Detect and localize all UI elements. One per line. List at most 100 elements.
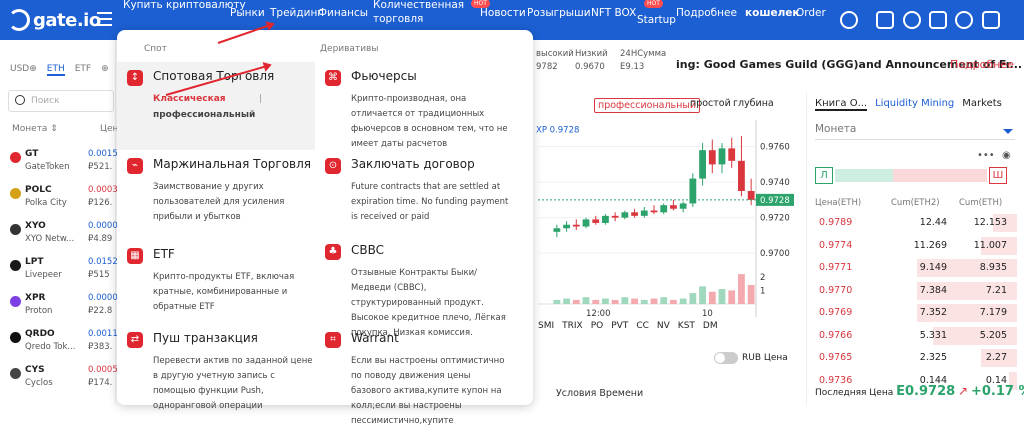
- indicator-kst[interactable]: KST: [678, 321, 695, 331]
- coin-row[interactable]: CYS Cyclos 0.00051 ₽174.: [10, 365, 123, 401]
- user-icon[interactable]: [840, 11, 858, 29]
- coin-row[interactable]: LPT Livepeer 0.0152 ₽515: [10, 257, 118, 293]
- tab-more[interactable]: ⊕: [101, 64, 109, 76]
- receipt-icon[interactable]: [876, 11, 894, 29]
- nav-more[interactable]: Подробнее: [676, 7, 737, 19]
- coin-row[interactable]: XYO XYO Netw... 0.000014 ₽4.89: [10, 221, 129, 257]
- ask-amount: 5.331: [919, 329, 947, 341]
- last-price-value: Ε0.9728: [896, 384, 956, 399]
- indicator-pvt[interactable]: PVT: [611, 321, 628, 331]
- price-chart-panel: профессиональный простой глубина 0.9760 0…: [534, 92, 796, 405]
- volume-tick-label: 1: [760, 286, 765, 296]
- orderbook-ask-row[interactable]: 0.9765 2.325 2.27: [807, 347, 1024, 369]
- globe-icon[interactable]: [955, 11, 973, 29]
- ask-cum: 11.007: [973, 239, 1007, 251]
- download-icon[interactable]: [929, 11, 947, 29]
- ask-amount: 9.149: [919, 262, 947, 273]
- rub-price-toggle[interactable]: RUB Цена: [714, 352, 788, 364]
- volume-tick-label: 2: [760, 273, 765, 283]
- tab-usd[interactable]: USD⊕: [10, 64, 37, 76]
- tab-eth[interactable]: ETH: [46, 64, 65, 76]
- orderbook-ask-row[interactable]: 0.9766 5.331 5.205: [807, 325, 1024, 347]
- menu-item-futures[interactable]: ⌘ Фьючерсы Крипто-производная, она отлич…: [315, 66, 511, 149]
- nav-draws[interactable]: Розыгрыши: [527, 7, 591, 19]
- nav-order[interactable]: Order: [796, 7, 826, 19]
- volume-bar: [670, 299, 677, 304]
- nav-nft-box[interactable]: NFT BOX: [591, 7, 636, 19]
- volume-bar: [699, 286, 706, 304]
- more-dots-icon[interactable]: •••: [977, 150, 995, 161]
- candle-body: [572, 224, 580, 227]
- nav-markets[interactable]: Рынки: [230, 7, 265, 19]
- candlestick-chart[interactable]: 0.9760 0.9740 0.9720 0.9700 0.9728 XP 0.9728 2…: [534, 92, 796, 322]
- candle-body: [602, 215, 609, 223]
- short-button[interactable]: Ш: [989, 167, 1007, 184]
- menu-item-cbbc[interactable]: ♣ CBBC Отзывные Контракты Быки/Медведи (…: [315, 240, 511, 338]
- ask-price: 0.9774: [819, 239, 853, 251]
- nav-startup[interactable]: Startup: [637, 14, 676, 26]
- long-button[interactable]: Л: [815, 167, 833, 184]
- search-input[interactable]: Поиск: [8, 90, 114, 112]
- nav-trading[interactable]: Трейдинг: [270, 7, 323, 19]
- menu-item-delivery-contract[interactable]: ⊙ Заключать договор Future contracts tha…: [315, 154, 511, 224]
- menu-item-margin[interactable]: ⌁ Маржинальная Торговля Заимствование у …: [117, 154, 313, 224]
- coin-name: Livepeer: [25, 270, 62, 280]
- tab-markets[interactable]: Markets: [962, 98, 1002, 111]
- menu-item-spot-trading[interactable]: ↕ Спотовая Торговля Классическая | профе…: [117, 66, 313, 146]
- coin-row[interactable]: POLC Polka City 0.00037 ₽126.: [10, 185, 123, 221]
- indicator-nv[interactable]: NV: [657, 321, 670, 331]
- conditions-tab[interactable]: Условия Времени: [556, 388, 643, 399]
- menu-icon[interactable]: [97, 12, 112, 26]
- nav-quant[interactable]: Количественная торговля: [373, 0, 464, 26]
- current-price-label: 0.9728: [760, 196, 790, 206]
- ask-amount: 11.269: [913, 239, 947, 251]
- tab-etf[interactable]: ETF: [75, 64, 91, 76]
- orderbook-ask-row[interactable]: 0.9770 7.384 7.21: [807, 280, 1024, 302]
- indicator-cc[interactable]: CC: [636, 321, 649, 331]
- orderbook-ask-row[interactable]: 0.9789 12.44 12.153: [807, 212, 1024, 234]
- warrant-icon: ⌗: [325, 332, 341, 348]
- indicator-trix[interactable]: TRIX: [562, 321, 583, 331]
- announcement-more-link[interactable]: Подробнее: [950, 58, 1014, 71]
- x-tick-label: 12:00: [586, 309, 611, 319]
- orderbook-ask-row[interactable]: 0.9769 7.352 7.179: [807, 302, 1024, 324]
- spot-pro-link[interactable]: профессиональный: [153, 110, 255, 120]
- menu-item-warrant[interactable]: ⌗ Warrant Если вы настроены оптимистично…: [315, 328, 511, 426]
- col-price-header[interactable]: Цен: [100, 124, 118, 134]
- ask-amount: 2.325: [919, 352, 947, 363]
- nav-news[interactable]: Новости: [480, 7, 526, 19]
- coin-rub-price: ₽4.89: [88, 234, 113, 244]
- coin-select[interactable]: Монета: [815, 123, 1015, 140]
- orderbook-ask-row[interactable]: 0.9771 9.149 8.935: [807, 257, 1024, 279]
- toggle-switch[interactable]: [714, 352, 738, 364]
- coin-name: XYO Netw...: [25, 234, 75, 244]
- volume-bar: [553, 299, 561, 304]
- coin-row[interactable]: GT GateToken 0.00154 ₽521.: [10, 149, 123, 185]
- tab-order-book[interactable]: Книга О...: [815, 98, 868, 111]
- coin-row[interactable]: QRDO Qredo Tok... 0.00113 ₽383.: [10, 329, 123, 365]
- menu-item-push[interactable]: ⇄ Пуш транзакция Перевести актив по зада…: [117, 328, 313, 411]
- indicator-smi[interactable]: SMI: [538, 321, 554, 331]
- coin-row[interactable]: XPR Proton 0.000067 ₽22.8: [10, 293, 129, 329]
- eye-slash-icon[interactable]: ◉: [1002, 150, 1011, 161]
- fullscreen-icon[interactable]: [982, 11, 1000, 29]
- indicator-dm[interactable]: DM: [703, 321, 718, 331]
- indicator-po[interactable]: PO: [591, 321, 604, 331]
- col-coin-header[interactable]: Монета ⇕: [12, 124, 58, 134]
- coin-name: GateToken: [25, 162, 70, 172]
- candle-body: [718, 148, 726, 165]
- orderbook-tabs: Книга О... Liquidity Mining Markets: [815, 98, 1002, 111]
- nav-buy-crypto[interactable]: Купить криптовалюту: [123, 0, 246, 12]
- gateio-logo[interactable]: gate.io: [8, 9, 101, 31]
- nav-wallet[interactable]: кошелек: [745, 7, 800, 19]
- orderbook-ask-row[interactable]: 0.9774 11.269 11.007: [807, 235, 1024, 257]
- menu-item-etf[interactable]: ▦ ETF Крипто-продукты ETF, включая кратн…: [117, 244, 313, 314]
- spot-classic-link[interactable]: Классическая: [153, 94, 226, 104]
- volume-bar: [689, 293, 697, 304]
- volume-bar: [582, 297, 590, 304]
- ticker-volume: 24HСумма Ε9.13: [620, 49, 667, 72]
- spot-header: Спот: [144, 44, 167, 54]
- nav-finance[interactable]: Финансы: [318, 7, 368, 19]
- support-icon[interactable]: [903, 11, 921, 29]
- tab-liquidity-mining[interactable]: Liquidity Mining: [875, 98, 954, 111]
